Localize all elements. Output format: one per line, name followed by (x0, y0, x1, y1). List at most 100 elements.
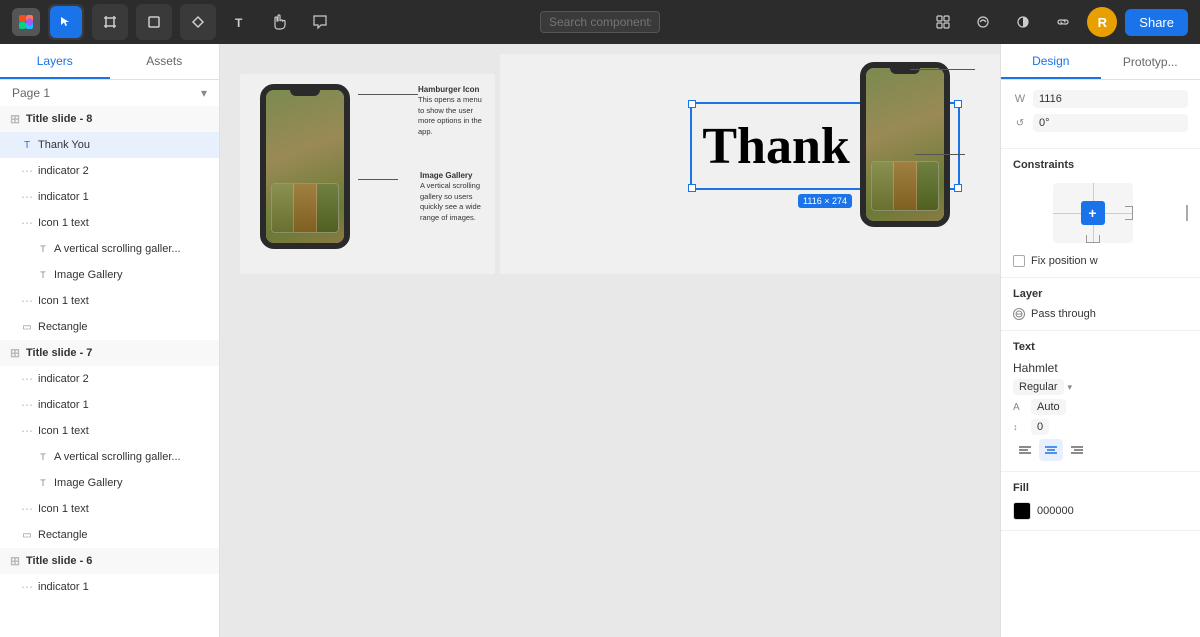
tab-design[interactable]: Design (1001, 44, 1101, 79)
layer-icon-1-text-a[interactable]: ⋯ Icon 1 text (0, 210, 219, 236)
layer-icon-1-text-b[interactable]: ⋯ Icon 1 text (0, 288, 219, 314)
chevron-down-icon[interactable]: ▾ (201, 86, 207, 100)
layer-vertical-1[interactable]: T A vertical scrolling galler... (0, 236, 219, 262)
fix-position-checkbox[interactable] (1013, 255, 1025, 267)
layer-image-gallery-1-label: Image Gallery (54, 269, 211, 281)
layer-indicator-2[interactable]: ⋯ indicator 2 (0, 158, 219, 184)
rect-icon-2: ▭ (20, 528, 34, 542)
font-style-badge[interactable]: Regular (1013, 379, 1064, 395)
constraints-grid: + (1053, 183, 1133, 243)
layer-vertical-2[interactable]: T A vertical scrolling galler... (0, 444, 219, 470)
panel-header: Page 1 ▾ (0, 80, 219, 106)
text-align-row (1013, 439, 1188, 461)
frame-icon: ⊞ (8, 112, 22, 126)
layer-indicator-1c[interactable]: ⋯ indicator 1 (0, 574, 219, 600)
share-button[interactable]: Share (1125, 9, 1188, 36)
line-height-row: ↕ 0 (1013, 419, 1188, 435)
fix-position-label: Fix position w (1031, 255, 1098, 267)
fill-title: Fill (1013, 482, 1188, 494)
component-icon[interactable] (927, 6, 959, 38)
font-name[interactable]: Hahmlet (1013, 361, 1188, 375)
layers-list: ⊞ Title slide - 8 T Thank You ⋯ indicato… (0, 106, 219, 637)
search-input[interactable] (540, 11, 660, 33)
slide-frame-1: Hamburger Icon This opens a menu to show… (240, 74, 495, 274)
align-center-btn[interactable] (1039, 439, 1063, 461)
image-gallery-left-desc: A vertical scrolling gallery so users qu… (420, 181, 490, 223)
pen-tools (180, 4, 216, 40)
layer-icon-1-text-b-label: Icon 1 text (38, 295, 211, 307)
layer-indicator-1[interactable]: ⋯ indicator 1 (0, 184, 219, 210)
layer-indicator-2b[interactable]: ⋯ indicator 2 (0, 366, 219, 392)
tab-prototype[interactable]: Prototyp... (1101, 44, 1200, 79)
link-icon[interactable] (1047, 6, 1079, 38)
layer-rectangle-1[interactable]: ▭ Rectangle (0, 314, 219, 340)
rotation-value[interactable]: 0° (1033, 114, 1188, 132)
layer-title-slide-8[interactable]: ⊞ Title slide - 8 (0, 106, 219, 132)
theme-icon[interactable] (1007, 6, 1039, 38)
layer-title-slide-7[interactable]: ⊞ Title slide - 7 (0, 340, 219, 366)
layer-blend-icon (1013, 308, 1025, 320)
shape-tools (136, 4, 172, 40)
layer-indicator-1b[interactable]: ⋯ indicator 1 (0, 392, 219, 418)
layer-title-slide-6[interactable]: ⊞ Title slide - 6 (0, 548, 219, 574)
layer-icon-1-text-a-label: Icon 1 text (38, 217, 211, 229)
text-icon-v1: T (36, 242, 50, 256)
mask-icon[interactable] (967, 6, 999, 38)
fix-position-row: Fix position w (1013, 255, 1188, 267)
logo-icon[interactable] (12, 8, 40, 36)
layer-thank-you[interactable]: T Thank You (0, 132, 219, 158)
width-value[interactable]: 1116 (1033, 90, 1188, 108)
fill-color-code[interactable]: 000000 (1037, 505, 1074, 517)
text-section: Text Hahmlet Regular ▾ A Auto ↕ 0 (1001, 331, 1200, 472)
chevron-down-icon-style: ▾ (1068, 382, 1073, 393)
layer-icon-1-text-c[interactable]: ⋯ Icon 1 text (0, 418, 219, 444)
layer-vertical-1-label: A vertical scrolling galler... (54, 243, 211, 255)
main-layout: Layers Assets Page 1 ▾ ⊞ Title slide - 8… (0, 44, 1200, 637)
layer-section: Layer Pass through (1001, 278, 1200, 331)
layer-rectangle-2[interactable]: ▭ Rectangle (0, 522, 219, 548)
layer-indicator-2-label: indicator 2 (38, 165, 211, 177)
line-height-label: ↕ (1013, 422, 1027, 432)
pen-tool-btn[interactable] (182, 6, 214, 38)
layer-indicator-2b-label: indicator 2 (38, 373, 211, 385)
move-tool-btn[interactable] (50, 6, 82, 38)
icon-dots-b: ⋯ (20, 294, 34, 308)
layer-rectangle-2-label: Rectangle (38, 529, 211, 541)
panel-tabs: Layers Assets (0, 44, 219, 80)
dots-icon-1b: ⋯ (20, 398, 34, 412)
left-panel: Layers Assets Page 1 ▾ ⊞ Title slide - 8… (0, 44, 220, 637)
frame-icon-6: ⊞ (8, 554, 22, 568)
pass-through-label[interactable]: Pass through (1031, 308, 1096, 320)
frame-tool-btn[interactable] (94, 6, 126, 38)
canvas-area: Hamburger Icon This opens a menu to show… (220, 44, 1000, 637)
toolbar-right: R Share (927, 6, 1188, 38)
icon-dots-a: ⋯ (20, 216, 34, 230)
tab-layers[interactable]: Layers (0, 44, 110, 79)
align-right-btn[interactable] (1065, 439, 1089, 461)
fill-color-swatch[interactable] (1013, 502, 1031, 520)
hand-tool-btn[interactable] (264, 6, 296, 38)
fill-row: 000000 (1013, 502, 1188, 520)
layer-image-gallery-2[interactable]: T Image Gallery (0, 470, 219, 496)
comment-tool-btn[interactable] (304, 6, 336, 38)
align-left-btn[interactable] (1013, 439, 1037, 461)
slide-2-label: Title slide - 8 (510, 44, 566, 47)
layer-title-8-label: Title slide - 8 (26, 113, 211, 125)
shape-tool-btn[interactable] (138, 6, 170, 38)
font-size-value[interactable]: Auto (1031, 399, 1066, 415)
user-avatar[interactable]: R (1087, 7, 1117, 37)
layer-icon-1-text-d[interactable]: ⋯ Icon 1 text (0, 496, 219, 522)
layer-title: Layer (1013, 288, 1188, 300)
layer-thank-you-label: Thank You (38, 139, 211, 151)
dimensions-section: W 1116 ↺ 0° (1001, 80, 1200, 149)
right-panel-tabs: Design Prototyp... (1001, 44, 1200, 80)
line-height-value[interactable]: 0 (1031, 419, 1049, 435)
layer-image-gallery-1[interactable]: T Image Gallery (0, 262, 219, 288)
constraints-section: Constraints + Fix position w (1001, 149, 1200, 278)
text-icon-ig2: T (36, 476, 50, 490)
text-tool-btn[interactable]: T (224, 6, 256, 38)
width-row: W 1116 (1013, 90, 1188, 108)
layer-indicator-1-label: indicator 1 (38, 191, 211, 203)
tab-assets[interactable]: Assets (110, 44, 220, 79)
phone-mockup-right (860, 62, 950, 227)
